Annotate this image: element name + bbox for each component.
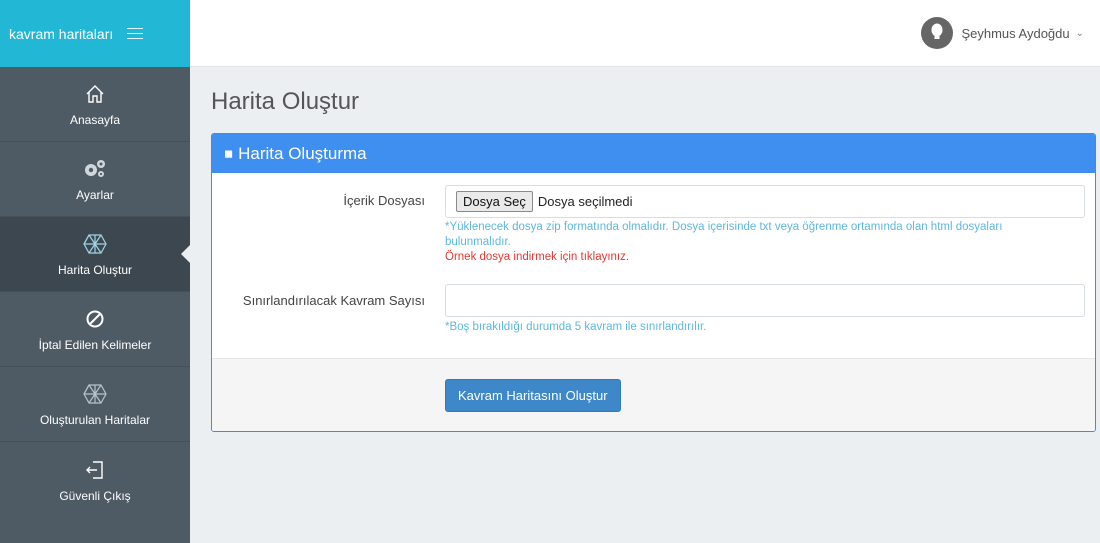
sidebar-item-label: Anasayfa [69, 113, 121, 127]
file-status: Dosya seçilmedi [537, 194, 633, 209]
create-map-panel: ◼ Harita Oluşturma İçerik Dosyası Dosya … [211, 133, 1096, 432]
file-input[interactable]: Dosya Seç Dosya seçilmedi [445, 185, 1085, 218]
file-help-text: *Yüklenecek dosya zip formatında olmalıd… [445, 221, 1003, 248]
gears-icon [82, 156, 108, 182]
sidebar: kavram haritaları Anasayfa Ayarlar Harit… [0, 0, 190, 543]
logout-icon [84, 457, 106, 483]
sidebar-item-olusturulan-haritalar[interactable]: Oluşturulan Haritalar [0, 367, 190, 442]
avatar [921, 17, 954, 49]
brand-title[interactable]: kavram haritaları [9, 26, 113, 42]
sidebar-item-ayarlar[interactable]: Ayarlar [0, 142, 190, 217]
sidebar-item-label: Ayarlar [76, 188, 114, 202]
sidebar-item-label: Harita Oluştur [57, 263, 133, 277]
sidebar-item-iptal-edilen-kelimeler[interactable]: İptal Edilen Kelimeler [0, 292, 190, 367]
sidebar-item-anasayfa[interactable]: Anasayfa [0, 67, 190, 142]
limit-help-text: *Boş bırakıldığı durumda 5 kavram ile sı… [445, 321, 707, 333]
concept-limit-input[interactable] [445, 284, 1085, 317]
sidebar-item-guvenli-cikis[interactable]: Güvenli Çıkış [0, 442, 190, 517]
choose-file-button[interactable]: Dosya Seç [456, 191, 533, 212]
topbar: Şeyhmus Aydoğdu ⌄ [190, 0, 1100, 67]
user-menu[interactable]: Şeyhmus Aydoğdu ⌄ [921, 17, 1084, 49]
sidebar-item-label: İptal Edilen Kelimeler [38, 338, 152, 352]
gift-icon: ◼ [224, 148, 234, 160]
create-map-button[interactable]: Kavram Haritasını Oluştur [445, 379, 621, 412]
file-field-label: İçerik Dosyası [343, 193, 425, 208]
brand-bar: kavram haritaları [0, 0, 190, 67]
sidebar-item-label: Güvenli Çıkış [59, 488, 131, 503]
menu-toggle-icon[interactable] [127, 27, 144, 40]
chevron-down-icon: ⌄ [1075, 27, 1084, 39]
sidebar-item-harita-olustur[interactable]: Harita Oluştur [0, 217, 190, 292]
sample-file-link[interactable]: Örnek dosya indirmek için tıklayınız. [445, 250, 1065, 265]
sidebar-item-label: Oluşturulan Haritalar [39, 413, 151, 427]
limit-field-label: Sınırlandırılacak Kavram Sayısı [242, 293, 425, 308]
hexagon-network-icon [83, 381, 107, 407]
user-name: Şeyhmus Aydoğdu [961, 25, 1070, 41]
home-icon [84, 81, 106, 107]
ban-icon [84, 306, 106, 332]
panel-footer: Kavram Haritasını Oluştur [212, 358, 1095, 431]
page-title: Harita Oluştur [211, 88, 360, 115]
hexagon-network-icon [83, 231, 107, 257]
panel-heading-text: Harita Oluşturma [238, 143, 367, 163]
panel-heading: ◼ Harita Oluşturma [212, 134, 1095, 173]
